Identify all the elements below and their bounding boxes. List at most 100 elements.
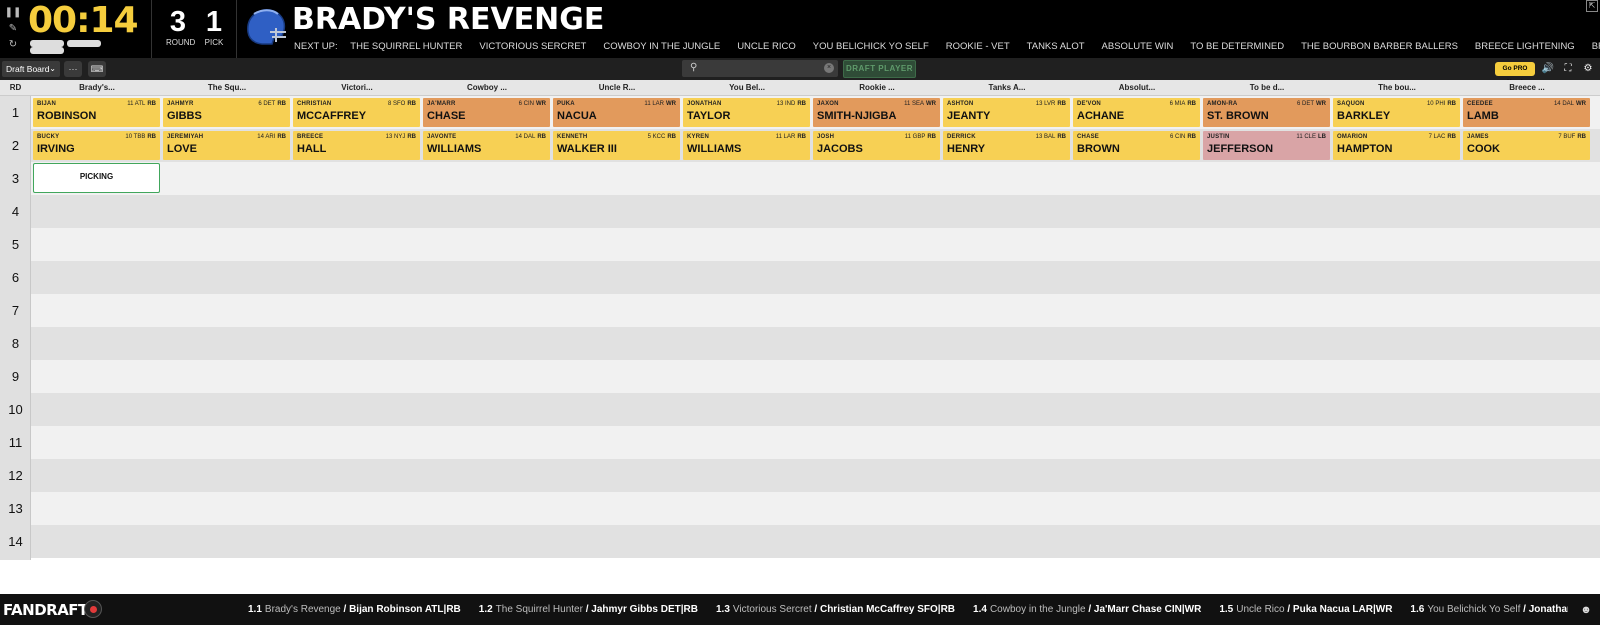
pick-card[interactable]: OMARION 7 LAC RB HAMPTON — [1333, 131, 1460, 160]
pick-card[interactable]: CEEDEE 14 DAL WR LAMB — [1463, 98, 1590, 127]
player-last-name: BROWN — [1077, 143, 1120, 155]
team-on-clock-title: BRADY'S REVENGE — [292, 2, 605, 37]
current-pick-slot[interactable]: PICKING — [33, 163, 160, 193]
next-up-team: ROOKIE - VET — [945, 41, 1010, 52]
ticker-team: Uncle Rico — [1236, 604, 1285, 615]
edit-icon[interactable]: ✎ — [4, 22, 22, 35]
pick-card[interactable]: JAHMYR 6 DET RB GIBBS — [163, 98, 290, 127]
player-team: LVR — [1044, 101, 1056, 107]
column-header-team[interactable]: You Bel... — [682, 80, 812, 96]
player-position: RB — [407, 134, 416, 140]
pick-ticker: FANDRAFT 1.1 Brady's Revenge / Bijan Robi… — [0, 594, 1600, 625]
settings-icon[interactable]: ⚙ — [1581, 62, 1595, 76]
pick-card[interactable]: JAXON 11 SEA WR SMITH-NJIGBA — [813, 98, 940, 127]
column-header-team[interactable]: The bou... — [1332, 80, 1462, 96]
search-input[interactable] — [706, 61, 816, 75]
draft-player-button[interactable]: DRAFT PLAYER — [843, 60, 916, 78]
board-toolbar: Draft Board ⌄ ··· ⌨ ⚲ × DRAFT PLAYER Go … — [0, 58, 1600, 86]
column-header-team[interactable]: Breece ... — [1462, 80, 1592, 96]
player-meta: 6 DET WR — [1297, 101, 1326, 107]
refresh-icon[interactable]: ↻ — [4, 38, 22, 51]
column-header-team[interactable]: To be d... — [1202, 80, 1332, 96]
pick-card[interactable]: JA'MARR 6 CIN WR CHASE — [423, 98, 550, 127]
player-last-name: NACUA — [557, 110, 597, 122]
player-bye: 6 — [1169, 134, 1174, 140]
next-up-team: UNCLE RICO — [737, 41, 796, 52]
player-position: RB — [797, 101, 806, 107]
board-row — [31, 393, 1600, 426]
draft-app: ❚❚ ✎ ↻ 00:14 3 ROUND 1 PICK BRADY'S REVE… — [0, 0, 1600, 625]
round-number: 3 — [11, 171, 20, 186]
board-row — [31, 327, 1600, 360]
player-last-name: WILLIAMS — [427, 143, 482, 155]
pick-card[interactable]: JOSH 11 GBP RB JACOBS — [813, 131, 940, 160]
pick-card[interactable]: CHRISTIAN 8 SFO RB MCCAFFREY — [293, 98, 420, 127]
view-dropdown-label: Draft Board — [6, 64, 50, 74]
column-header-team[interactable]: Victori... — [292, 80, 422, 96]
ticker-player: / Jonathan Taylor IND| — [1523, 604, 1568, 615]
player-first-name: BUCKY — [37, 134, 60, 140]
round-number: 9 — [11, 369, 20, 384]
player-bye: 8 — [387, 101, 392, 107]
pick-card[interactable]: CHASE 6 CIN RB BROWN — [1073, 131, 1200, 160]
player-first-name: JAXON — [817, 101, 839, 107]
column-header-team[interactable]: Uncle R... — [552, 80, 682, 96]
player-last-name: HENRY — [947, 143, 986, 155]
clear-search-icon[interactable]: × — [824, 63, 834, 73]
pick-card[interactable]: DERRICK 13 BAL RB HENRY — [943, 131, 1070, 160]
logo-chat-icon[interactable] — [84, 600, 102, 618]
column-header-team[interactable]: Brady's... — [32, 80, 162, 96]
column-header-team[interactable]: Cowboy ... — [422, 80, 552, 96]
pick-card[interactable]: BREECE 13 NYJ RB HALL — [293, 131, 420, 160]
player-last-name: SMITH-NJIGBA — [817, 110, 897, 122]
pick-card[interactable]: DE'VON 6 MIA RB ACHANE — [1073, 98, 1200, 127]
pause-icon[interactable]: ❚❚ — [4, 6, 22, 19]
pick-card[interactable]: JUSTIN 11 CLE LB JEFFERSON — [1203, 131, 1330, 160]
go-pro-button[interactable]: Go PRO Now! — [1495, 62, 1535, 86]
more-options-button[interactable]: ··· — [64, 61, 82, 77]
pick-card[interactable]: JONATHAN 13 IND RB TAYLOR — [683, 98, 810, 127]
column-header-team[interactable]: Rookie ... — [812, 80, 942, 96]
view-dropdown[interactable]: Draft Board ⌄ — [2, 61, 60, 77]
pick-card[interactable]: BUCKY 10 TBB RB IRVING — [33, 131, 160, 160]
player-last-name: WILLIAMS — [687, 143, 742, 155]
pick-card[interactable]: AMON-RA 6 DET WR ST. BROWN — [1203, 98, 1330, 127]
volume-icon[interactable]: 🔊 — [1541, 62, 1555, 76]
player-team: IND — [784, 101, 796, 107]
pick-card[interactable]: KYREN 11 LAR RB WILLIAMS — [683, 131, 810, 160]
player-first-name: JA'MARR — [427, 101, 456, 107]
pick-card[interactable]: PUKA 11 LAR WR NACUA — [553, 98, 680, 127]
player-meta: 14 ARI RB — [257, 134, 286, 140]
player-bye: 7 — [1428, 134, 1432, 140]
player-team: NYJ — [393, 134, 406, 140]
pick-card[interactable]: ASHTON 13 LVR RB JEANTY — [943, 98, 1070, 127]
popout-icon[interactable]: ⇱ — [1586, 0, 1598, 12]
user-menu-icon[interactable]: ☻ — [1574, 601, 1598, 619]
column-header-team[interactable]: Absolut... — [1072, 80, 1202, 96]
board-row — [31, 228, 1600, 261]
keyboard-icon[interactable]: ⌨ — [88, 61, 106, 77]
column-header-team[interactable]: The Squ... — [162, 80, 292, 96]
pick-card[interactable]: JAMES 7 BUF RB COOK — [1463, 131, 1590, 160]
player-last-name: ROBINSON — [37, 110, 97, 122]
player-search: ⚲ × — [682, 60, 838, 77]
player-meta: 13 LVR RB — [1036, 101, 1066, 107]
player-position: WR — [1316, 101, 1326, 107]
pick-card[interactable]: SAQUON 10 PHI RB BARKLEY — [1333, 98, 1460, 127]
fullscreen-icon[interactable]: ⛶ — [1561, 62, 1575, 76]
player-team: CLE — [1304, 134, 1316, 140]
player-team: CIN — [523, 101, 534, 107]
pick-card[interactable]: KENNETH 5 KCC RB WALKER III — [553, 131, 680, 160]
ticker-item: 1.5 Uncle Rico / Puka Nacua LAR|WR — [1219, 594, 1392, 625]
pick-card[interactable]: BIJAN 11 ATL RB ROBINSON — [33, 98, 160, 127]
player-bye: 14 — [515, 134, 522, 140]
player-first-name: CEEDEE — [1467, 101, 1493, 107]
player-team: LAR — [783, 134, 796, 140]
column-header-team[interactable]: Tanks A... — [942, 80, 1072, 96]
player-first-name: AMON-RA — [1207, 101, 1238, 107]
player-bye: 11 — [1296, 134, 1303, 140]
pick-card[interactable]: JAVONTE 14 DAL RB WILLIAMS — [423, 131, 550, 160]
player-meta: 11 SEA WR — [904, 101, 936, 107]
player-bye: 13 — [1035, 134, 1043, 140]
pick-card[interactable]: JEREMIYAH 14 ARI RB LOVE — [163, 131, 290, 160]
